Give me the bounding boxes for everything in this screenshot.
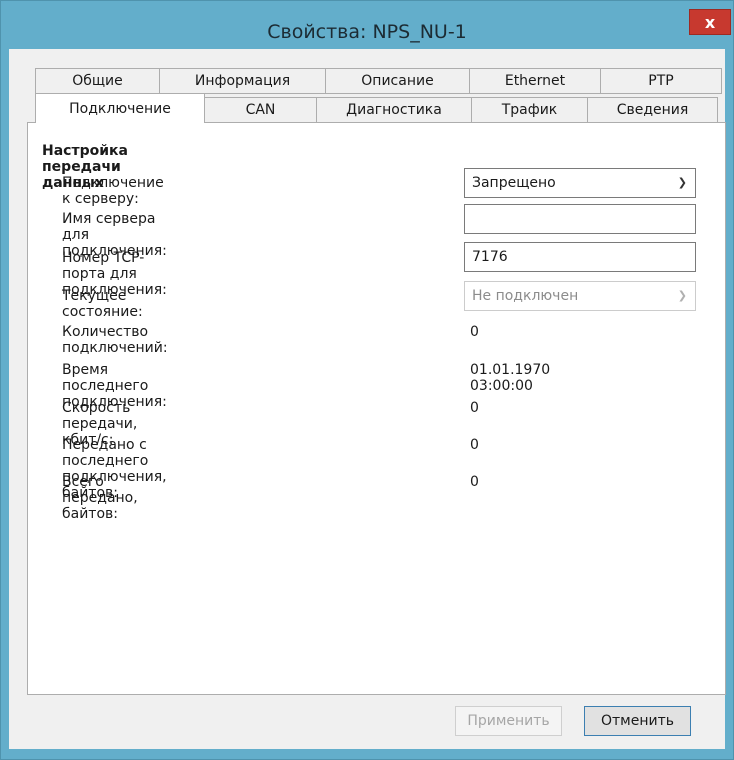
server-connection-label: Подключение к серверу:	[62, 175, 164, 207]
tab-can[interactable]: CAN	[204, 97, 317, 123]
close-icon: x	[704, 12, 716, 32]
transfer-speed-value: 0	[470, 400, 479, 416]
tab-ptp[interactable]: PTP	[600, 68, 722, 94]
tcp-port-input[interactable]: 7176	[464, 242, 696, 272]
apply-button[interactable]: Применить	[455, 706, 562, 736]
chevron-down-icon: ❯	[677, 289, 687, 302]
connection-count-label: Количество подключений:	[62, 324, 168, 356]
chevron-down-icon: ❯	[677, 176, 687, 189]
tab-diagnostics[interactable]: Диагностика	[316, 97, 472, 123]
total-sent-label: Всего передано, байтов:	[62, 474, 138, 522]
last-connection-time-value: 01.01.1970 03:00:00	[470, 362, 551, 394]
tab-description[interactable]: Описание	[325, 68, 470, 94]
cancel-button[interactable]: Отменить	[584, 706, 691, 736]
tab-general[interactable]: Общие	[35, 68, 160, 94]
server-name-input[interactable]	[464, 204, 696, 234]
sent-since-last-value: 0	[470, 437, 479, 453]
tab-ethernet[interactable]: Ethernet	[469, 68, 601, 94]
server-connection-select[interactable]: Запрещено ❯	[464, 168, 696, 198]
tab-information[interactable]: Информация	[159, 68, 326, 94]
current-state-value: Не подключен	[472, 288, 579, 304]
tab-details[interactable]: Сведения	[587, 97, 718, 123]
server-connection-value: Запрещено	[472, 175, 556, 191]
current-state-label: Текущее состояние:	[62, 288, 143, 320]
total-sent-value: 0	[470, 474, 479, 490]
window-title: Свойства: NPS_NU-1	[267, 21, 467, 43]
current-state-select: Не подключен ❯	[464, 281, 696, 311]
tab-connection[interactable]: Подключение	[35, 93, 205, 123]
connection-count-value: 0	[470, 324, 479, 340]
close-button[interactable]: x	[689, 9, 731, 35]
tab-traffic[interactable]: Трафик	[471, 97, 588, 123]
